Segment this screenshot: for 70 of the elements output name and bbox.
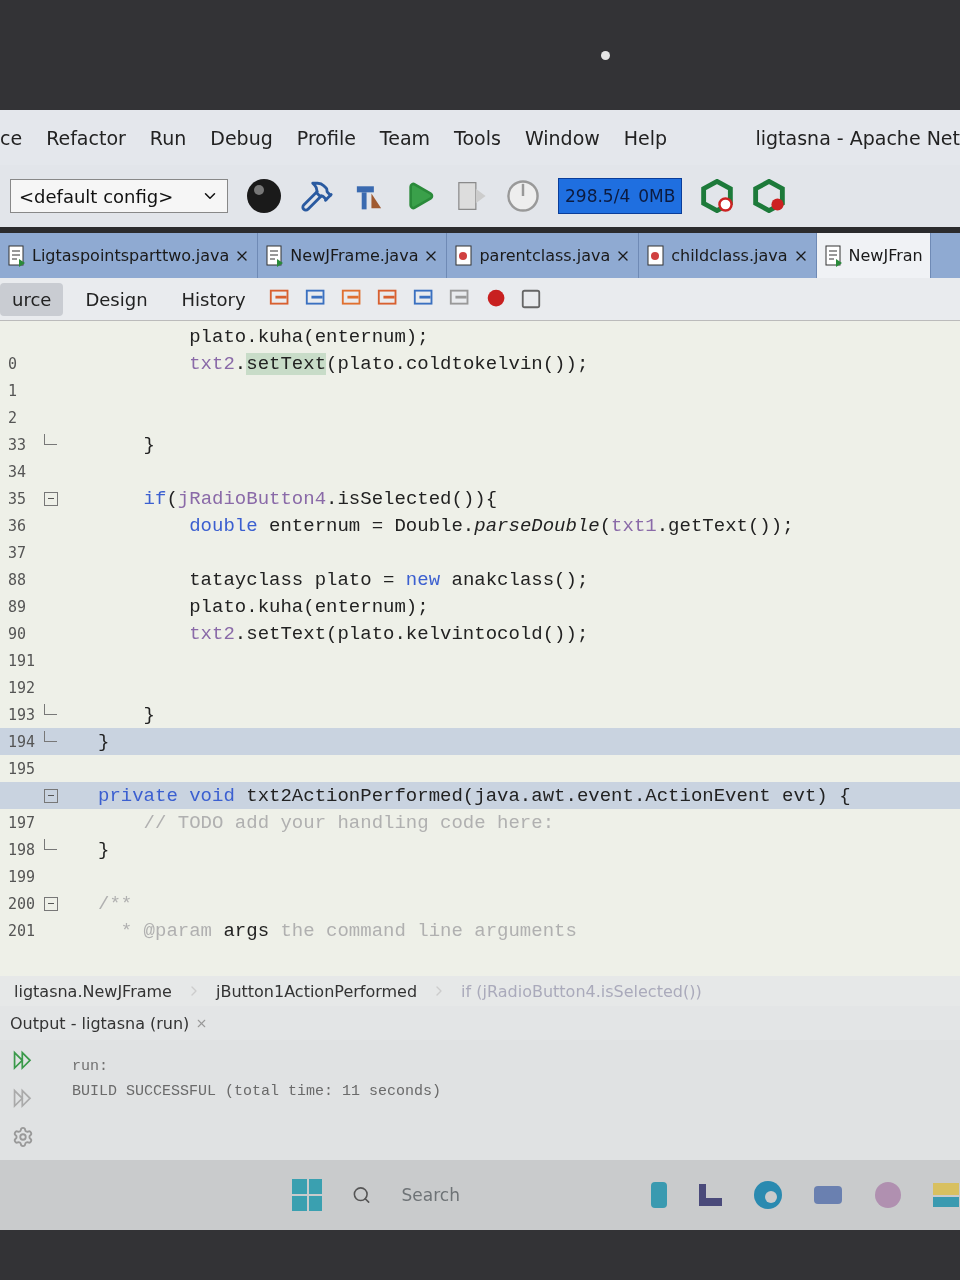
line-number: 37 [7, 543, 28, 562]
fold-toggle-icon[interactable] [44, 491, 58, 506]
window-title: ligtasna - Apache Net [755, 126, 960, 149]
config-dropdown[interactable]: <default config> [10, 179, 228, 213]
line-number: 195 [7, 759, 37, 778]
hammer-icon[interactable] [300, 179, 334, 213]
view-tab[interactable]: urce [0, 282, 64, 316]
code-line: private void txt2ActionPerformed(java.awt.event.ActionEvent evt) { [98, 784, 851, 807]
code-line: } [98, 838, 110, 861]
line-number: 0 [7, 354, 19, 373]
code-line: } [142, 703, 155, 726]
line-number: 200 [7, 894, 37, 913]
fold-toggle-icon[interactable] [44, 788, 58, 803]
line-number: 192 [7, 678, 37, 697]
code-line: /** [98, 892, 133, 915]
settings-icon[interactable] [12, 1126, 34, 1148]
class-file-icon [646, 244, 667, 267]
breadcrumb[interactable]: jButton1ActionPerformed [215, 981, 418, 1001]
line-number: 33 [7, 435, 28, 454]
line-number: 199 [7, 867, 37, 886]
menu-item[interactable]: Tools [454, 126, 501, 149]
line-number: 1 [7, 381, 19, 400]
menu-item[interactable]: Run [149, 126, 187, 149]
code-line: double enternum = Double.parseDouble(txt1.getText()); [188, 514, 794, 537]
code-line: * @param args the command line arguments [119, 919, 577, 942]
code-line: plato.kuha(enternum); [188, 595, 429, 618]
line-number: 197 [7, 813, 37, 832]
l-shape-icon[interactable] [697, 1184, 722, 1206]
breadcrumb[interactable]: ligtasna.NewJFrame [14, 981, 172, 1001]
fold-toggle-icon[interactable] [44, 896, 58, 911]
memory-meter[interactable]: 298.5/4 0MB [558, 178, 683, 214]
camera-dot-icon [600, 50, 610, 60]
line-number: 34 [7, 462, 28, 481]
menu-item[interactable]: ce [0, 126, 23, 149]
document-icon [823, 244, 844, 267]
output-line: run: [72, 1058, 109, 1075]
line-number: 36 [7, 516, 28, 535]
menu-item[interactable]: Window [524, 126, 600, 149]
search-icon[interactable] [352, 1185, 372, 1205]
menu-item[interactable]: Profile [296, 126, 356, 149]
view-tab[interactable]: History [169, 282, 258, 316]
document-icon [7, 244, 27, 267]
line-number: 191 [7, 651, 37, 670]
stop-icon[interactable] [519, 288, 542, 310]
code-line: txt2.setText(plato.coldtokelvin()); [188, 352, 589, 375]
output-tab[interactable]: Output - ligtasna (run) [10, 1013, 209, 1033]
class-file-icon [454, 244, 475, 267]
code-line: // TODO add your handling code here: [142, 811, 555, 834]
output-line: BUILD SUCCESSFUL (total time: 11 seconds) [72, 1083, 442, 1100]
code-line: } [142, 433, 155, 456]
file-tab[interactable]: NewJFran [816, 233, 931, 278]
line-number: 194 [7, 732, 37, 751]
line-number: 88 [7, 570, 28, 589]
code-line: if(jRadioButton4.isSelected()){ [142, 487, 498, 510]
line-number: 89 [7, 597, 28, 616]
line-number: 198 [7, 840, 37, 859]
line-number: 90 [7, 624, 28, 643]
menu-item[interactable]: Help [623, 126, 668, 149]
line-number: 201 [7, 921, 37, 940]
line-number: 193 [7, 705, 37, 724]
menu-item[interactable]: Team [379, 126, 431, 149]
code-line: } [98, 730, 110, 753]
code-line: plato.kuha(enternum); [188, 325, 429, 348]
menu-item[interactable]: Debug [210, 126, 273, 149]
menu-item[interactable]: Refactor [46, 126, 126, 149]
code-line: txt2.setText(plato.kelvintocold()); [188, 622, 589, 645]
line-number: 2 [7, 408, 19, 427]
line-number: 35 [7, 489, 28, 508]
code-line: tatayclass plato = new anakclass(); [188, 568, 589, 591]
view-tab[interactable]: Design [73, 282, 160, 316]
